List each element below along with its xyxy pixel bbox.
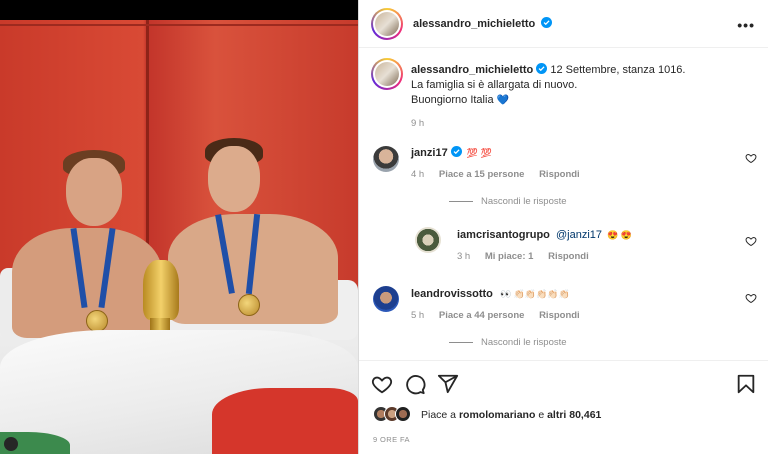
verified-badge-icon — [541, 17, 553, 28]
caption-author-avatar[interactable] — [371, 58, 403, 90]
instagram-post-viewer: alessandro_michieletto ••• alessandro_mi… — [0, 0, 768, 454]
save-bookmark-icon[interactable] — [735, 373, 757, 395]
comment-likes[interactable]: Piace a 15 persone — [439, 169, 525, 180]
comment-text: 😍 😍 — [607, 230, 632, 240]
hide-replies-toggle[interactable]: Nascondi le risposte — [449, 337, 567, 348]
author-avatar[interactable] — [371, 8, 403, 40]
post-photo[interactable] — [0, 0, 358, 454]
caption-time: 9 h — [411, 118, 425, 129]
reply-button[interactable]: Rispondi — [548, 251, 589, 262]
comment-username[interactable]: iamcrisantogrupo — [457, 229, 550, 241]
comment-time: 3 h — [457, 251, 471, 262]
caption-line-3: Buongiorno Italia — [411, 94, 494, 106]
reply-button[interactable]: Rispondi — [539, 310, 580, 321]
caption-username[interactable]: alessandro_michieletto — [411, 64, 533, 76]
liker-username[interactable]: romolomariano — [459, 409, 535, 421]
more-options-icon[interactable]: ••• — [737, 17, 755, 33]
post-details-panel: alessandro_michieletto ••• alessandro_mi… — [358, 0, 768, 454]
like-comment-heart-icon[interactable] — [745, 235, 757, 247]
commenter-avatar-iamcrisantogrupo[interactable] — [415, 227, 441, 253]
mention-link[interactable]: @janzi17 — [556, 229, 602, 241]
reply-comment: iamcrisantogrupo @janzi17 😍 😍 3 h Mi pia… — [457, 228, 727, 264]
verified-badge-icon — [450, 146, 462, 157]
commenter-avatar-leandrovissotto[interactable] — [373, 286, 399, 312]
post-caption: alessandro_michieletto 12 Settembre, sta… — [411, 63, 751, 131]
share-send-icon[interactable] — [437, 373, 459, 395]
caption-line-1: 12 Settembre, stanza 1016. — [550, 64, 686, 76]
comment-text: 💯 💯 — [466, 148, 492, 158]
verified-badge-icon — [536, 63, 548, 74]
comment-time: 5 h — [411, 310, 425, 321]
blue-heart-emoji: 💙 — [496, 95, 510, 106]
likes-summary: Piace a romolomariano e altri 80,461 — [421, 409, 602, 421]
comment-bubble-icon[interactable] — [404, 373, 426, 395]
wall-seam — [146, 20, 149, 280]
comment: leandrovissotto 👀 👏🏻👏🏻👏🏻👏🏻👏🏻 5 h Piace a… — [411, 287, 741, 323]
comment-username[interactable]: leandrovissotto — [411, 288, 493, 300]
liker-avatar[interactable] — [395, 406, 411, 422]
trophy — [143, 260, 179, 320]
comment: janzi17 💯 💯 4 h Piace a 15 persone Rispo… — [411, 146, 741, 182]
like-comment-heart-icon[interactable] — [745, 292, 757, 304]
like-comment-heart-icon[interactable] — [745, 152, 757, 164]
wall-edge — [0, 24, 358, 26]
commenter-avatar-janzi17[interactable] — [373, 146, 399, 172]
caption-line-2: La famiglia si è allargata di nuovo. — [411, 79, 578, 91]
like-heart-icon[interactable] — [371, 373, 393, 395]
photo-top-bar — [0, 0, 358, 20]
post-header: alessandro_michieletto ••• — [359, 0, 768, 48]
tagged-users-icon[interactable] — [4, 437, 18, 451]
comment-text: 👀 👏🏻👏🏻👏🏻👏🏻👏🏻 — [499, 289, 570, 299]
comment-username[interactable]: janzi17 — [411, 147, 448, 159]
comment-likes[interactable]: Mi piace: 1 — [485, 251, 534, 262]
comment-time: 4 h — [411, 169, 425, 180]
hide-replies-toggle[interactable]: Nascondi le risposte — [449, 196, 567, 207]
others-likes-link[interactable]: altri 80,461 — [547, 409, 601, 421]
comment-likes[interactable]: Piace a 44 persone — [439, 310, 525, 321]
reply-button[interactable]: Rispondi — [539, 169, 580, 180]
gold-medal-right — [238, 294, 260, 316]
post-time-ago[interactable]: 9 ORE FA — [373, 435, 410, 444]
author-username[interactable]: alessandro_michieletto — [413, 18, 535, 30]
gold-medal-left — [86, 310, 108, 332]
italian-flag-red — [212, 388, 358, 454]
post-actions: Piace a romolomariano e altri 80,461 9 O… — [359, 360, 768, 454]
